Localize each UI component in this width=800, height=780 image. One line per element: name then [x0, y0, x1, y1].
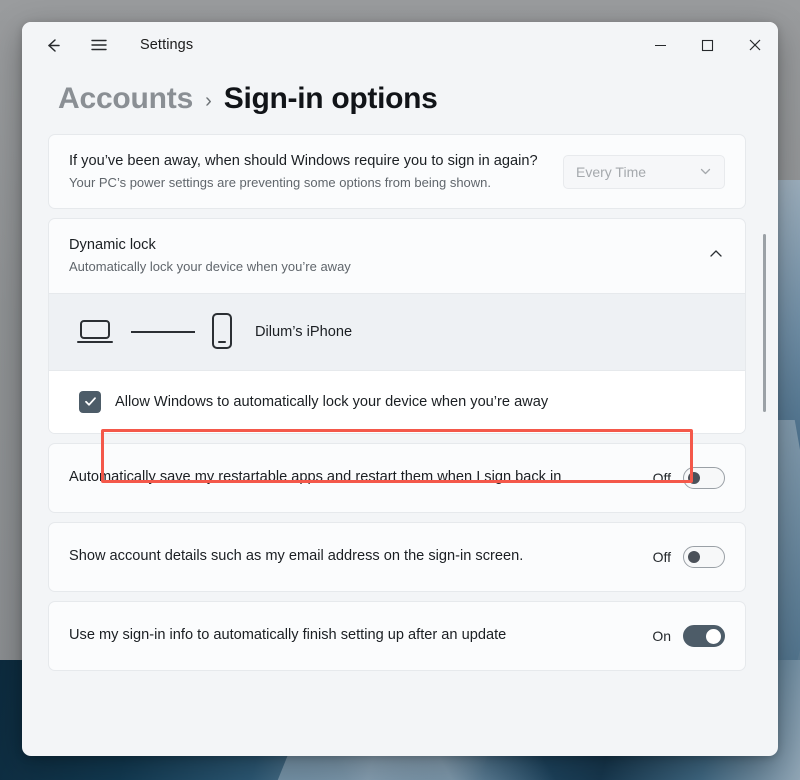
hamburger-menu-icon [91, 39, 107, 51]
card-account-details: Show account details such as my email ad… [48, 521, 746, 592]
dynamic-lock-text: Dynamic lock Automatically lock your dev… [69, 235, 697, 276]
restartable-apps-text: Automatically save my restartable apps a… [69, 467, 653, 488]
paired-device-row: Dilum’s iPhone [49, 292, 745, 371]
finish-setting-up-text: Use my sign-in info to automatically fin… [69, 625, 652, 646]
maximize-icon [701, 39, 714, 51]
row-require-signin: If you’ve been away, when should Windows… [49, 135, 745, 208]
minimize-button[interactable] [637, 22, 684, 68]
finish-setting-up-toggle-wrap: On [652, 624, 725, 647]
app-title: Settings [140, 37, 194, 53]
toggle-knob [688, 550, 700, 563]
minimize-icon [655, 44, 666, 46]
finish-setting-up-toggle-state: On [652, 627, 671, 644]
settings-content: If you’ve been away, when should Windows… [22, 134, 778, 756]
chevron-up-icon [710, 250, 722, 257]
row-restartable-apps: Automatically save my restartable apps a… [49, 444, 745, 512]
connection-line [131, 330, 195, 333]
chevron-down-icon [700, 169, 711, 175]
toggle-knob [688, 471, 700, 484]
finish-setting-up-toggle[interactable] [683, 624, 725, 647]
require-signin-dropdown-value: Every Time [576, 163, 647, 180]
row-dynamic-lock-header[interactable]: Dynamic lock Automatically lock your dev… [49, 219, 745, 292]
require-signin-title: If you’ve been away, when should Windows… [69, 153, 538, 169]
restartable-apps-toggle-state: Off [652, 469, 671, 486]
hamburger-menu-button[interactable] [82, 28, 116, 62]
back-arrow-icon [47, 38, 60, 52]
card-dynamic-lock: Dynamic lock Automatically lock your dev… [48, 218, 746, 434]
restartable-apps-toggle-wrap: Off [652, 466, 725, 489]
restartable-apps-toggle[interactable] [683, 466, 725, 489]
allow-auto-lock-label: Allow Windows to automatically lock your… [115, 393, 549, 410]
settings-window: Settings Accounts › Sign-in options If y… [22, 22, 778, 756]
toggle-knob [706, 628, 721, 644]
paired-device-name: Dilum’s iPhone [255, 323, 353, 340]
allow-auto-lock-checkbox[interactable] [79, 390, 101, 413]
phone-icon [212, 312, 232, 349]
content-scrollbar[interactable] [760, 234, 770, 734]
laptop-icon [77, 319, 113, 343]
close-button[interactable] [731, 22, 778, 68]
title-bar: Settings [22, 22, 778, 68]
require-signin-dropdown[interactable]: Every Time [563, 154, 725, 189]
account-details-title: Show account details such as my email ad… [69, 548, 524, 565]
row-account-details: Show account details such as my email ad… [49, 523, 745, 591]
dynamic-lock-subtitle: Automatically lock your device when you’… [69, 259, 351, 275]
back-button[interactable] [36, 28, 70, 62]
card-finish-setting-up: Use my sign-in info to automatically fin… [48, 600, 746, 671]
scrollbar-thumb[interactable] [763, 234, 766, 412]
window-controls [637, 22, 778, 68]
card-restartable-apps: Automatically save my restartable apps a… [48, 442, 746, 513]
dynamic-lock-title: Dynamic lock [69, 237, 156, 254]
account-details-toggle[interactable] [683, 545, 725, 568]
breadcrumb-separator-icon: › [205, 89, 212, 112]
card-require-signin: If you’ve been away, when should Windows… [48, 134, 746, 210]
account-details-toggle-wrap: Off [652, 545, 725, 568]
breadcrumb-parent-accounts[interactable]: Accounts [58, 82, 193, 116]
maximize-button[interactable] [684, 22, 731, 68]
row-finish-setting-up: Use my sign-in info to automatically fin… [49, 602, 745, 670]
row-allow-auto-lock[interactable]: Allow Windows to automatically lock your… [49, 370, 745, 433]
restartable-apps-title: Automatically save my restartable apps a… [69, 469, 562, 486]
close-icon [749, 39, 760, 51]
require-signin-subtitle: Your PC’s power settings are preventing … [69, 175, 492, 190]
desktop-wallpaper: Settings Accounts › Sign-in options If y… [0, 0, 800, 780]
account-details-toggle-state: Off [652, 548, 671, 565]
finish-setting-up-title: Use my sign-in info to automatically fin… [69, 627, 507, 644]
dynamic-lock-expander-button[interactable] [697, 245, 725, 268]
row-require-signin-text: If you’ve been away, when should Windows… [69, 151, 563, 192]
page-title: Sign-in options [223, 82, 438, 115]
account-details-text: Show account details such as my email ad… [69, 546, 653, 567]
checkmark-icon [84, 397, 96, 407]
breadcrumb: Accounts › Sign-in options [22, 68, 778, 134]
